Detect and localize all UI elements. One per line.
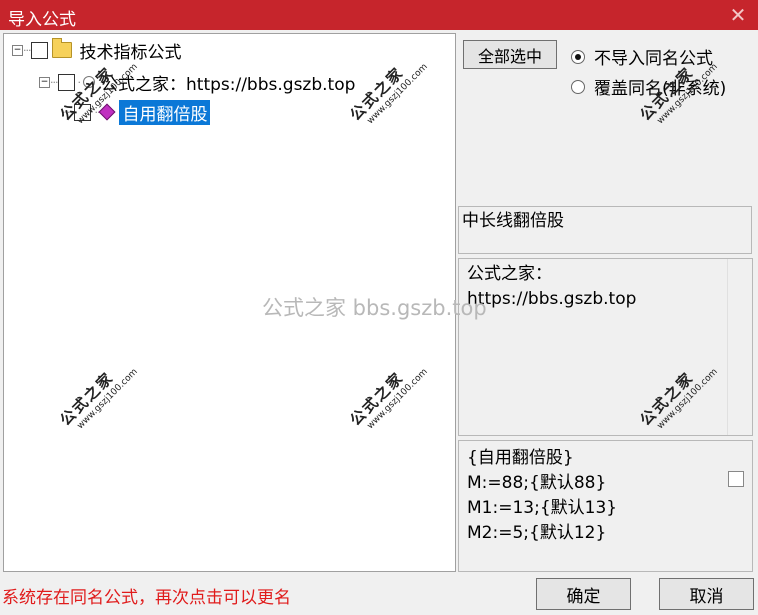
close-icon: ✕ (729, 3, 747, 27)
watermark-center: 公式之家 bbs.gszb.top (262, 296, 487, 320)
tree-node-root[interactable]: − ··· 技术指标公式 (12, 38, 182, 63)
tree-checkbox-root[interactable] (30, 41, 48, 59)
formula-description-box: 公式之家： https://bbs.gszb.top (458, 258, 753, 436)
folder-icon (51, 38, 72, 58)
status-message: 系统存在同名公式，再次点击可以更名 (2, 588, 291, 608)
formula-name-box: 中长线翻倍股 (458, 206, 752, 254)
params-checkbox[interactable] (728, 471, 744, 487)
tree-checkbox-source[interactable] (57, 73, 75, 91)
cancel-button[interactable]: 取消 (659, 578, 754, 610)
close-button[interactable]: ✕ (718, 0, 758, 30)
formula-name: 中长线翻倍股 (462, 211, 564, 231)
radio-unselected-icon[interactable] (571, 79, 585, 94)
formula-params-box: {自用翻倍股} M:=88;{默认88} M1:=13;{默认13} M2:=5… (458, 440, 753, 572)
tree-label-formula[interactable]: 自用翻倍股 (119, 99, 211, 125)
collapse-icon[interactable]: − (12, 44, 23, 56)
tree-connector: ··· (50, 75, 58, 89)
formula-params: {自用翻倍股} M:=88;{默认88} M1:=13;{默认13} M2:=5… (467, 448, 618, 543)
select-all-button[interactable]: 全部选中 (463, 40, 557, 69)
title-bar: 导入公式 ✕ (0, 0, 758, 30)
window-title: 导入公式 (8, 10, 76, 30)
tree-label-source: 公式之家：https://bbs.gszb.top (101, 74, 356, 95)
ok-button[interactable]: 确定 (536, 578, 631, 610)
formula-description: 公式之家： https://bbs.gszb.top (467, 264, 637, 309)
tree-connector: ··· (23, 43, 31, 57)
radio-selected-icon[interactable] (571, 49, 585, 64)
collapse-icon[interactable]: − (39, 76, 50, 88)
description-scrollbar[interactable] (727, 259, 752, 435)
